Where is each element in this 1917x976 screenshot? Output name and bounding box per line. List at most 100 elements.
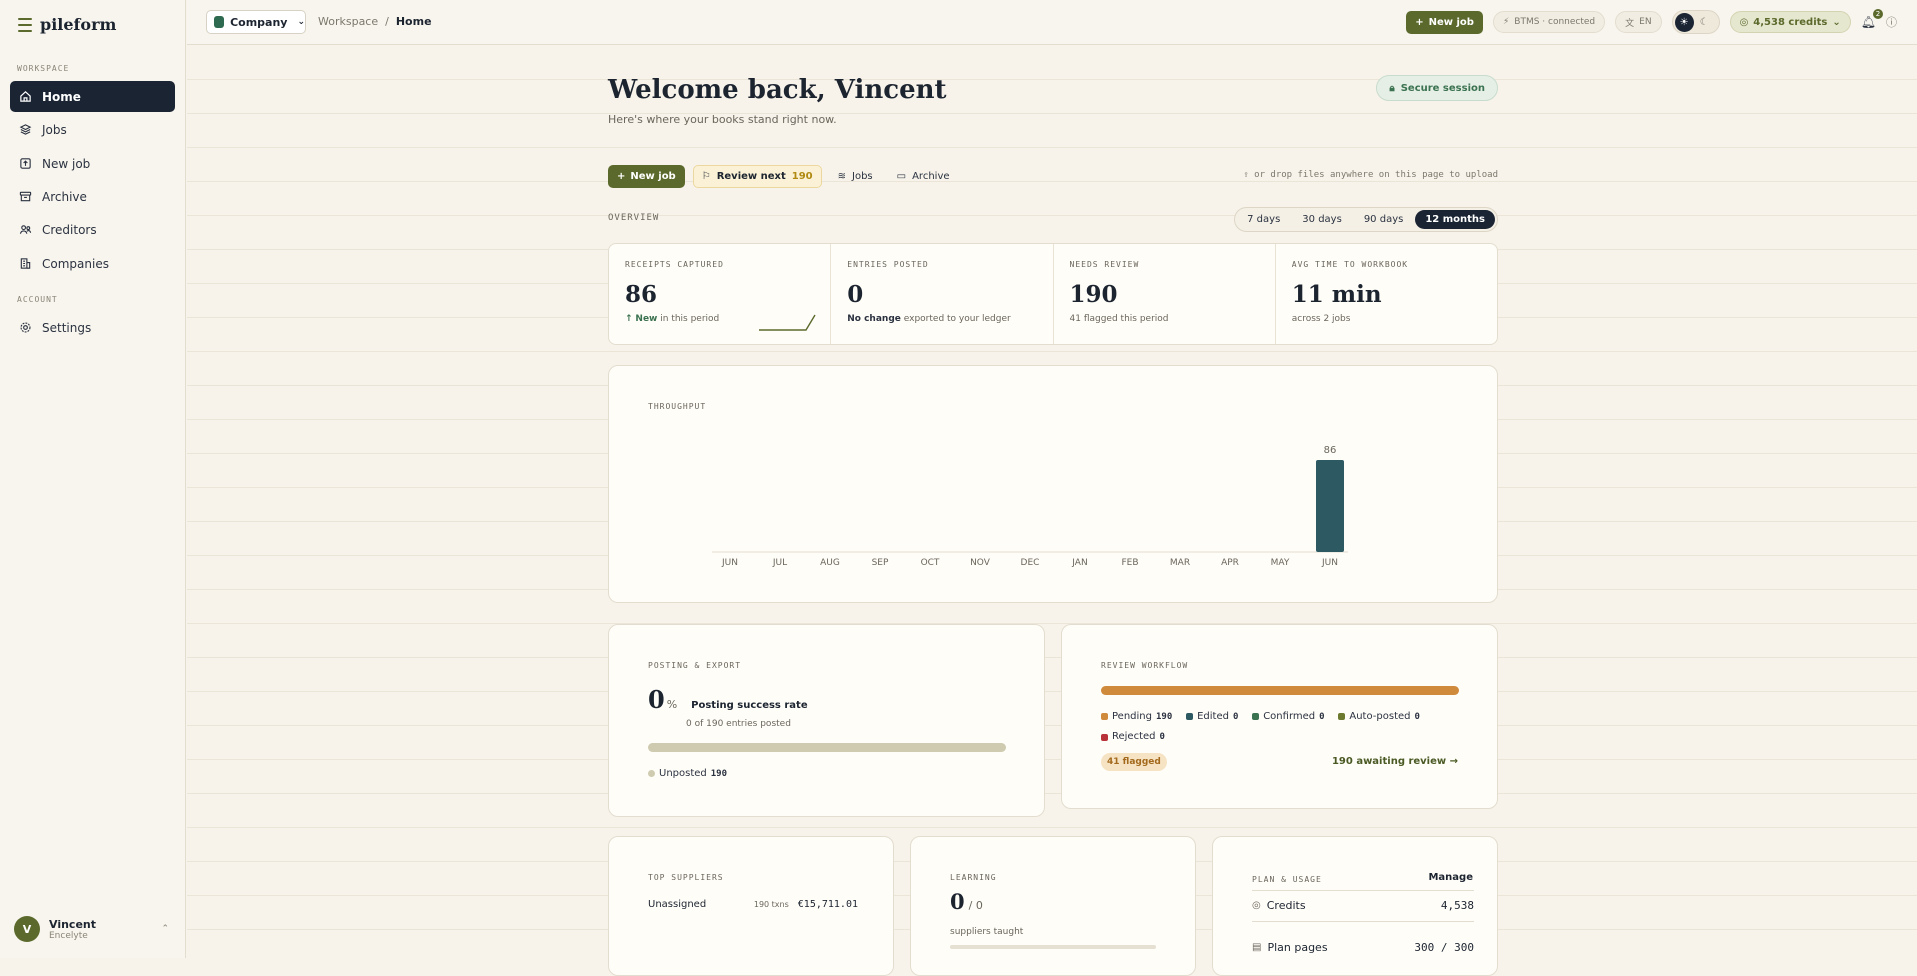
auto-posted-swatch (1338, 713, 1346, 720)
posting-panel: POSTING & EXPORT 0 % Posting success rat… (608, 624, 1045, 817)
sidebar-item-label: Settings (42, 320, 92, 335)
user-company: Encelyte (49, 930, 88, 941)
topbar-new-job-button[interactable]: + New job (1406, 10, 1483, 34)
plus-icon: + (617, 171, 626, 182)
awaiting-review-link[interactable]: 190 awaiting review → (1332, 756, 1458, 767)
avatar: V (14, 916, 40, 942)
chart-data-label: 86 (1324, 445, 1337, 456)
breadcrumb: Workspace / Home (318, 15, 432, 28)
quick-actions: + New job ⚐ Review next 190 ≋ Jobs ▭ Arc… (608, 165, 958, 188)
flagged-badge[interactable]: 41 flagged (1101, 753, 1167, 771)
chart-x-tick-label: FEB (1121, 558, 1138, 568)
secure-session-label: Secure session (1400, 82, 1485, 94)
kpi-entries-posted: ENTRIES POSTED 0 No change exported to y… (831, 244, 1054, 344)
kpi-note-text: exported to your ledger (903, 314, 1011, 324)
review-next-button[interactable]: ⚐ Review next 190 (692, 165, 822, 188)
review-next-count: 190 (791, 171, 813, 182)
learning-count: 0 / 0 (950, 889, 983, 914)
unposted-legend: Unposted 190 (648, 766, 737, 780)
topbar-new-job-label: New job (1428, 16, 1474, 28)
language-select[interactable]: 文 EN (1615, 11, 1662, 33)
sparkline (759, 314, 816, 331)
learning-total: / 0 (968, 899, 983, 912)
legend-label: Edited (1197, 710, 1229, 722)
plan-panel: PLAN & USAGE Manage ◎ Credits 4,538 ▤ Pl… (1212, 836, 1498, 976)
page-title: Welcome back, Vincent (608, 75, 947, 105)
table-row[interactable]: Unassigned 190 txns €15,711.01 (648, 899, 858, 910)
topbar-actions: + New job ⚡ BTMS · connected 文 EN ☀ ☾ ◎ … (1406, 9, 1897, 34)
plus-icon: + (1415, 16, 1424, 28)
plan-divider (1252, 921, 1474, 922)
notifications-button[interactable]: 🔔︎ 2 (1861, 9, 1883, 29)
learning-label: LEARNING (950, 873, 997, 882)
secure-session-badge: 🔒︎ Secure session (1376, 75, 1498, 101)
moon-icon[interactable]: ☾ (1700, 17, 1709, 28)
suppliers-label: TOP SUPPLIERS (648, 873, 724, 882)
breadcrumb-separator: / (385, 15, 389, 28)
home-icon (20, 91, 31, 102)
legend-count: 0 (1414, 711, 1420, 722)
period-tabs: 7 days 30 days 90 days 12 months (1234, 207, 1498, 232)
period-tab-7-days[interactable]: 7 days (1237, 210, 1290, 229)
plan-credits-value: 4,538 (1440, 899, 1474, 912)
sidebar-item-companies[interactable]: Companies (10, 248, 175, 279)
sidebar-item-home[interactable]: Home (10, 81, 175, 112)
brand[interactable]: pileform (18, 15, 116, 34)
user-menu[interactable]: V Vincent Encelyte ⌃ (14, 916, 169, 942)
chart-bar[interactable] (1316, 460, 1344, 552)
credits-pill[interactable]: ◎ 4,538 credits ⌄ (1729, 11, 1851, 33)
learning-value: 0 (950, 889, 965, 914)
new-job-button[interactable]: + New job (608, 165, 685, 188)
drop-hint: ⇪ or drop files anywhere on this page to… (1243, 170, 1498, 180)
chevron-up-icon: ⌃ (161, 924, 169, 934)
drop-hint-text: or drop files anywhere on this page to u… (1254, 170, 1498, 180)
sidebar-item-settings[interactable]: Settings (10, 312, 175, 343)
help-icon[interactable]: ⓘ (1886, 14, 1897, 30)
sidebar-item-label: New job (42, 156, 91, 171)
learning-panel: LEARNING 0 / 0 suppliers taught (910, 836, 1196, 976)
supplier-amount: €15,711.01 (797, 899, 858, 910)
sun-icon[interactable]: ☀ (1674, 12, 1694, 32)
supplier-txns: 190 txns (753, 900, 789, 909)
archive-icon: ▭ (896, 171, 907, 182)
theme-toggle[interactable]: ☀ ☾ (1671, 10, 1720, 34)
posting-progress-bar (648, 743, 1006, 752)
period-tab-12-months[interactable]: 12 months (1415, 210, 1495, 229)
sidebar-item-jobs[interactable]: Jobs (10, 114, 175, 145)
sidebar-item-label: Jobs (42, 122, 67, 137)
arrow-up-icon: ↑ (625, 314, 633, 324)
archive-label: Archive (912, 171, 950, 182)
archive-button[interactable]: ▭ Archive (889, 165, 958, 188)
plug-icon: ⚡ (1502, 17, 1510, 27)
sidebar-item-label: Companies (42, 256, 109, 271)
sidebar-item-new-job[interactable]: New job (10, 148, 175, 179)
kpi-value: 0 (847, 281, 864, 308)
chart-x-tick-label: SEP (872, 558, 889, 568)
legend-label: Auto-posted (1349, 710, 1411, 722)
period-tab-30-days[interactable]: 30 days (1292, 210, 1352, 229)
kpi-avg-time: AVG TIME TO WORKBOOK 11 min across 2 job… (1276, 244, 1497, 344)
new-job-label: New job (630, 171, 676, 182)
sidebar-item-creditors[interactable]: Creditors (10, 214, 175, 245)
nav-section-workspace: WORKSPACE (17, 64, 70, 73)
jobs-button[interactable]: ≋ Jobs (830, 165, 881, 188)
flag-icon: ⚐ (701, 171, 711, 182)
btms-status[interactable]: ⚡ BTMS · connected (1492, 11, 1606, 33)
pending-swatch (1101, 713, 1108, 720)
review-panel: REVIEW WORKFLOW Pending 190 Edited 0 Confi… (1061, 624, 1498, 809)
legend-count: 190 (1155, 711, 1173, 722)
company-select[interactable]: Company ⌄ (206, 10, 306, 34)
notifications-badge: 2 (1873, 9, 1883, 19)
period-tab-90-days[interactable]: 90 days (1354, 210, 1414, 229)
breadcrumb-workspace[interactable]: Workspace (318, 15, 378, 28)
plan-pages-value: 300 / 300 (1414, 941, 1474, 954)
confirmed-swatch (1252, 713, 1260, 720)
coins-icon: ◎ (1739, 16, 1749, 28)
review-next-label: Review next (716, 171, 786, 182)
legend-label: Pending (1112, 710, 1152, 722)
manage-plan-link[interactable]: Manage (1428, 872, 1473, 883)
sidebar-item-archive[interactable]: Archive (10, 181, 175, 212)
archive-icon (19, 191, 32, 202)
language-label: EN (1639, 17, 1652, 27)
kpi-row: RECEIPTS CAPTURED 86 ↑ New in this perio… (608, 243, 1498, 345)
